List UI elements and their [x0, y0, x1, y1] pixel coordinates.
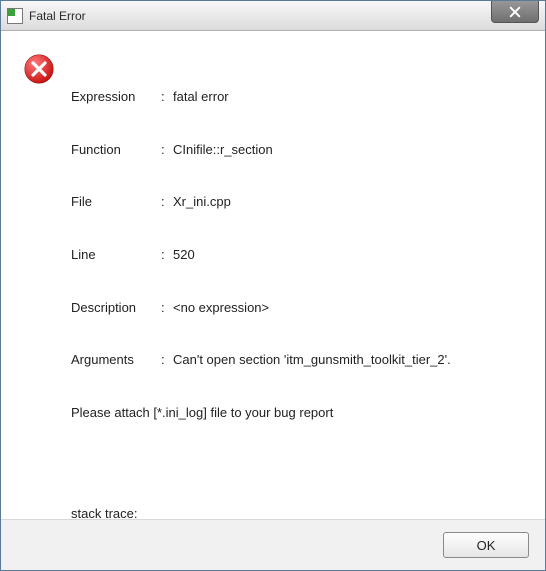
stack-header: stack trace: — [71, 505, 523, 519]
arguments-value: Can't open section 'itm_gunsmith_toolkit… — [173, 351, 451, 369]
dialog-footer: OK — [1, 519, 545, 570]
attach-line: Please attach [*.ini_log] file to your b… — [71, 404, 523, 422]
function-value: CInifile::r_section — [173, 141, 273, 159]
expression-label: Expression — [71, 88, 161, 106]
window-title: Fatal Error — [29, 9, 86, 23]
arguments-label: Arguments — [71, 351, 161, 369]
expression-value: fatal error — [173, 88, 229, 106]
app-icon — [7, 8, 23, 24]
titlebar: Fatal Error — [1, 1, 545, 31]
message-text: Expression : fatal error Function : CIni… — [63, 53, 523, 509]
icon-column — [23, 53, 63, 509]
line-label: Line — [71, 246, 161, 264]
ok-button[interactable]: OK — [443, 532, 529, 558]
error-dialog: Fatal Error — [0, 0, 546, 571]
line-value: 520 — [173, 246, 195, 264]
close-icon — [509, 6, 521, 18]
file-value: Xr_ini.cpp — [173, 193, 231, 211]
file-label: File — [71, 193, 161, 211]
description-label: Description — [71, 299, 161, 317]
description-value: <no expression> — [173, 299, 269, 317]
dialog-body: Expression : fatal error Function : CIni… — [1, 31, 545, 519]
function-label: Function — [71, 141, 161, 159]
close-button[interactable] — [491, 1, 539, 23]
error-icon — [23, 53, 55, 85]
